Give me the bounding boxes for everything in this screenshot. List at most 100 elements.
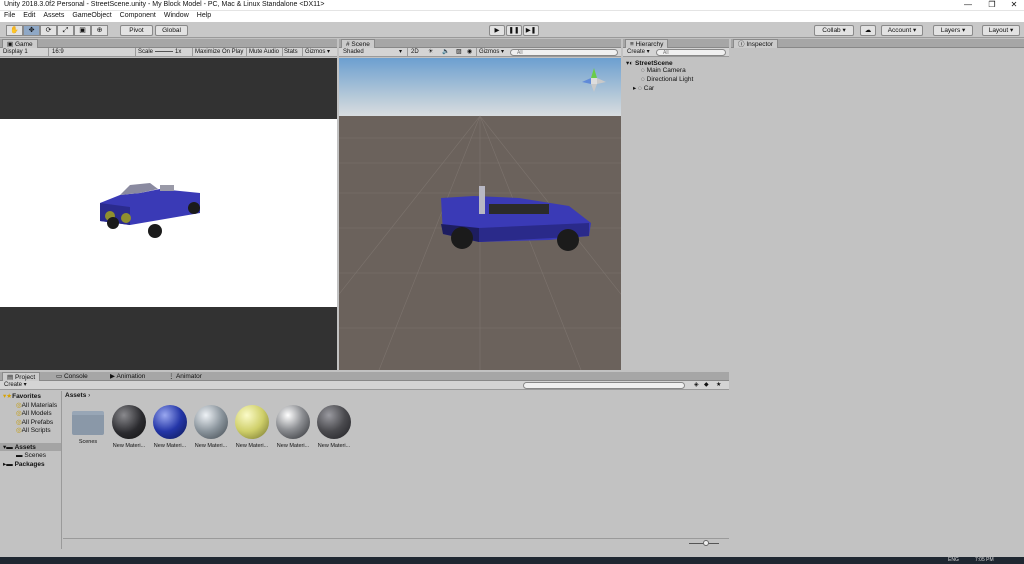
inspector-panel xyxy=(731,48,1024,548)
packages-folder[interactable]: ▸▬ Packages xyxy=(3,460,45,468)
material-sphere-icon xyxy=(276,405,310,439)
pivot-toggle[interactable]: Pivot xyxy=(120,25,153,36)
display-dropdown[interactable]: Display 1 xyxy=(3,48,28,57)
breadcrumb-assets[interactable]: Assets › xyxy=(65,392,90,399)
hand-tool-icon[interactable]: ✋ xyxy=(6,25,23,36)
menu-edit[interactable]: Edit xyxy=(19,11,39,19)
menu-bar: File Edit Assets GameObject Component Window H… xyxy=(0,11,1024,22)
maximize-on-play-toggle[interactable]: Maximize On Play xyxy=(195,48,243,57)
tab-console[interactable]: ▭ Console xyxy=(52,372,92,381)
scene-viewport[interactable] xyxy=(339,58,621,370)
folder-icon: ▸▬ xyxy=(3,461,15,468)
tab-hierarchy[interactable]: ≡ Hierarchy xyxy=(625,39,669,48)
audio-icon[interactable]: 🔈 xyxy=(442,48,449,57)
step-icon[interactable]: ▶❚ xyxy=(523,25,539,36)
shading-chevron-icon[interactable]: ▾ xyxy=(399,48,402,57)
clock[interactable]: 7:05 PM xyxy=(975,557,994,563)
tab-game[interactable]: ▣ Game xyxy=(2,39,38,48)
hierarchy-search-input[interactable] xyxy=(656,49,726,56)
favorites-header[interactable]: ▾★Favorites xyxy=(3,392,41,400)
hierarchy-item-main-camera[interactable]: ◌ Main Camera xyxy=(641,67,686,74)
menu-file[interactable]: File xyxy=(0,11,19,19)
scene-search-input[interactable] xyxy=(510,49,618,56)
layers-dropdown[interactable]: Layers ▾ xyxy=(933,25,973,36)
account-dropdown[interactable]: Account ▾ xyxy=(881,25,923,36)
language-indicator[interactable]: ENG xyxy=(948,557,959,563)
effects-icon[interactable]: ▨ xyxy=(456,48,462,57)
project-create-dropdown[interactable]: Create ▾ xyxy=(4,381,27,390)
hierarchy-panel: ▾◐ StreetScene ◌ Main Camera ◌ Direction… xyxy=(623,58,729,370)
scenes-folder[interactable]: ▬ Scenes xyxy=(16,452,46,459)
game-render xyxy=(0,119,337,307)
project-tree: ▾★Favorites ◎All Materials ◎All Models ◎… xyxy=(0,391,62,549)
move-tool-icon[interactable]: ✥ xyxy=(23,25,40,36)
camera-icon[interactable]: ◉ xyxy=(467,48,472,57)
hierarchy-toolbar: Create ▾ xyxy=(623,48,729,57)
rect-tool-icon[interactable]: ▣ xyxy=(74,25,91,36)
transform-tool-icon[interactable]: ⊕ xyxy=(91,25,108,36)
collab-dropdown[interactable]: Collab ▾ xyxy=(814,25,854,36)
cloud-icon[interactable]: ☁ xyxy=(860,25,876,36)
project-search-input[interactable] xyxy=(523,382,685,389)
car-game-render xyxy=(100,183,200,238)
animator-icon: ⋮ xyxy=(168,373,176,380)
favorite-all-models[interactable]: ◎All Models xyxy=(16,409,52,417)
game-viewport[interactable] xyxy=(0,58,337,370)
game-toolbar: Display 1 16:9 Scale 1x Maximize On Play… xyxy=(0,48,337,57)
layout-dropdown[interactable]: Layout ▾ xyxy=(982,25,1020,36)
favorite-star-icon[interactable]: ★ xyxy=(716,381,721,390)
scene-root[interactable]: ▾◐ StreetScene xyxy=(626,59,673,67)
menu-gameobject[interactable]: GameObject xyxy=(68,11,115,19)
slider-handle[interactable] xyxy=(703,540,709,546)
tab-project[interactable]: ▤ Project xyxy=(2,372,41,381)
search-by-label-icon[interactable]: ◆ xyxy=(704,381,709,390)
lighting-icon[interactable]: ☀ xyxy=(428,48,433,57)
scale-slider[interactable] xyxy=(155,51,173,52)
scene-gizmos-dropdown[interactable]: Gizmos ▾ xyxy=(479,48,504,57)
game-gizmos-dropdown[interactable]: Gizmos ▾ xyxy=(305,48,330,57)
close-button[interactable]: ✕ xyxy=(1004,0,1024,11)
asset-material-6[interactable]: New Materi... xyxy=(315,405,353,449)
play-icon[interactable]: ▶ xyxy=(489,25,505,36)
search-by-type-icon[interactable]: ◈ xyxy=(694,381,699,390)
shading-dropdown[interactable]: Shaded xyxy=(343,48,364,57)
restore-button[interactable]: ❐ xyxy=(982,0,1002,11)
asset-material-5[interactable]: New Materi... xyxy=(274,405,312,449)
mute-audio-toggle[interactable]: Mute Audio xyxy=(249,48,279,57)
menu-help[interactable]: Help xyxy=(193,11,215,19)
menu-window[interactable]: Window xyxy=(160,11,193,19)
hierarchy-create-dropdown[interactable]: Create ▾ xyxy=(627,48,650,57)
menu-component[interactable]: Component xyxy=(116,11,160,19)
tab-scene[interactable]: # Scene xyxy=(341,39,375,48)
hierarchy-tabstrip: ≡ Hierarchy xyxy=(623,39,729,48)
global-toggle[interactable]: Global xyxy=(155,25,188,36)
asset-scenes-folder[interactable]: Scenes xyxy=(69,405,107,445)
assets-folder[interactable]: ▾▬ Assets xyxy=(0,443,61,451)
folder-icon: ▤ xyxy=(7,374,15,381)
2d-toggle[interactable]: 2D xyxy=(411,48,419,57)
orientation-gizmo-icon[interactable] xyxy=(577,64,611,94)
minimize-button[interactable]: — xyxy=(958,0,978,11)
asset-material-3[interactable]: New Materi... xyxy=(192,405,230,449)
material-sphere-icon xyxy=(153,405,187,439)
asset-material-1[interactable]: New Materi... xyxy=(110,405,148,449)
hierarchy-item-car[interactable]: ▸ ◌ Car xyxy=(633,84,654,92)
pause-icon[interactable]: ❚❚ xyxy=(506,25,522,36)
rotate-tool-icon[interactable]: ⟳ xyxy=(40,25,57,36)
tab-animator[interactable]: ⋮ Animator xyxy=(164,372,206,381)
hierarchy-item-directional-light[interactable]: ◌ Directional Light xyxy=(641,76,693,83)
tab-inspector[interactable]: ⓘ Inspector xyxy=(733,39,779,48)
favorite-all-materials[interactable]: ◎All Materials xyxy=(16,401,57,409)
asset-material-4[interactable]: New Materi... xyxy=(233,405,271,449)
asset-material-2[interactable]: New Materi... xyxy=(151,405,189,449)
star-icon: ▾★ xyxy=(3,393,13,400)
scale-value: 1x xyxy=(175,49,182,55)
scale-tool-icon[interactable]: ⤢ xyxy=(57,25,74,36)
stats-toggle[interactable]: Stats xyxy=(284,48,298,57)
aspect-dropdown[interactable]: 16:9 xyxy=(52,48,64,57)
favorite-all-prefabs[interactable]: ◎All Prefabs xyxy=(16,418,53,426)
tab-animation[interactable]: ▶ Animation xyxy=(106,372,149,381)
menu-assets[interactable]: Assets xyxy=(39,11,68,19)
material-sphere-icon xyxy=(235,405,269,439)
favorite-all-scripts[interactable]: ◎All Scripts xyxy=(16,426,51,434)
